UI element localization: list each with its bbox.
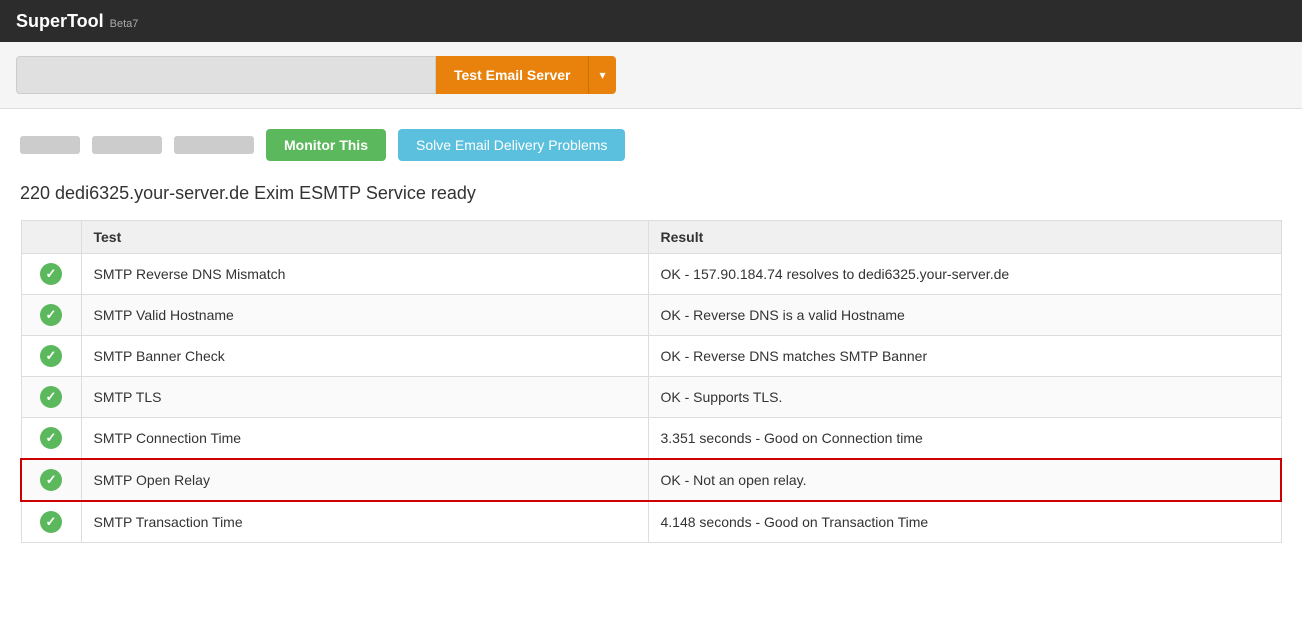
row-test-cell: SMTP Banner Check: [81, 336, 648, 377]
row-icon-cell: ✓: [21, 459, 81, 501]
row-icon-cell: ✓: [21, 377, 81, 418]
table-row: ✓ SMTP Valid HostnameOK - Reverse DNS is …: [21, 295, 1281, 336]
brand-name: SuperTool: [16, 11, 104, 32]
row-icon-cell: ✓: [21, 418, 81, 460]
row-result-cell: OK - Reverse DNS is a valid Hostname: [648, 295, 1281, 336]
check-icon: ✓: [40, 511, 62, 533]
col-header-result: Result: [648, 221, 1281, 254]
check-icon: ✓: [40, 386, 62, 408]
row-result-cell: OK - Supports TLS.: [648, 377, 1281, 418]
table-row: ✓ SMTP Transaction Time4.148 seconds - Go…: [21, 501, 1281, 543]
table-header-row: Test Result: [21, 221, 1281, 254]
monitor-button-label: Monitor This: [284, 137, 368, 153]
action-row: Monitor This Solve Email Delivery Proble…: [20, 129, 1282, 161]
table-row: ✓ SMTP Banner CheckOK - Reverse DNS match…: [21, 336, 1281, 377]
row-result-cell: OK - Not an open relay.: [648, 459, 1281, 501]
brand: SuperTool Beta7: [16, 11, 138, 32]
row-result-cell: 4.148 seconds - Good on Transaction Time: [648, 501, 1281, 543]
test-button-label: Test Email Server: [454, 67, 570, 83]
check-icon: ✓: [40, 427, 62, 449]
row-result-cell: OK - Reverse DNS matches SMTP Banner: [648, 336, 1281, 377]
row-test-cell: SMTP Transaction Time: [81, 501, 648, 543]
row-icon-cell: ✓: [21, 336, 81, 377]
table-row: ✓ SMTP Reverse DNS MismatchOK - 157.90.18…: [21, 254, 1281, 295]
row-test-cell: SMTP Connection Time: [81, 418, 648, 460]
col-header-icon: [21, 221, 81, 254]
check-icon: ✓: [40, 469, 62, 491]
smtp-ready-text: 220 dedi6325.your-server.de Exim ESMTP S…: [20, 183, 1282, 204]
redacted-block-3: [174, 136, 254, 154]
row-icon-cell: ✓: [21, 295, 81, 336]
row-test-cell: SMTP Open Relay: [81, 459, 648, 501]
input-row: Test Email Server ▾: [0, 42, 1302, 109]
row-test-cell: SMTP TLS: [81, 377, 648, 418]
solve-button-label: Solve Email Delivery Problems: [416, 137, 607, 153]
main-content: Monitor This Solve Email Delivery Proble…: [0, 109, 1302, 563]
table-row: ✓ SMTP TLSOK - Supports TLS.: [21, 377, 1281, 418]
server-input[interactable]: [16, 56, 436, 94]
table-body: ✓ SMTP Reverse DNS MismatchOK - 157.90.18…: [21, 254, 1281, 543]
brand-badge: Beta7: [110, 18, 139, 30]
row-icon-cell: ✓: [21, 501, 81, 543]
top-nav-bar: SuperTool Beta7: [0, 0, 1302, 42]
table-row: ✓ SMTP Connection Time3.351 seconds - Goo…: [21, 418, 1281, 460]
test-button-dropdown[interactable]: ▾: [588, 56, 615, 94]
monitor-this-button[interactable]: Monitor This: [266, 129, 386, 161]
dropdown-arrow-icon: ▾: [599, 68, 605, 82]
redacted-block-1: [20, 136, 80, 154]
test-email-server-button[interactable]: Test Email Server: [436, 56, 588, 94]
check-icon: ✓: [40, 304, 62, 326]
check-icon: ✓: [40, 345, 62, 367]
redacted-block-2: [92, 136, 162, 154]
row-test-cell: SMTP Valid Hostname: [81, 295, 648, 336]
row-result-cell: OK - 157.90.184.74 resolves to dedi6325.…: [648, 254, 1281, 295]
row-icon-cell: ✓: [21, 254, 81, 295]
solve-email-button[interactable]: Solve Email Delivery Problems: [398, 129, 625, 161]
check-icon: ✓: [40, 263, 62, 285]
row-result-cell: 3.351 seconds - Good on Connection time: [648, 418, 1281, 460]
col-header-test: Test: [81, 221, 648, 254]
row-test-cell: SMTP Reverse DNS Mismatch: [81, 254, 648, 295]
table-row: ✓ SMTP Open RelayOK - Not an open relay.: [21, 459, 1281, 501]
results-table: Test Result ✓SMTP Reverse DNS MismatchOK…: [20, 220, 1282, 543]
